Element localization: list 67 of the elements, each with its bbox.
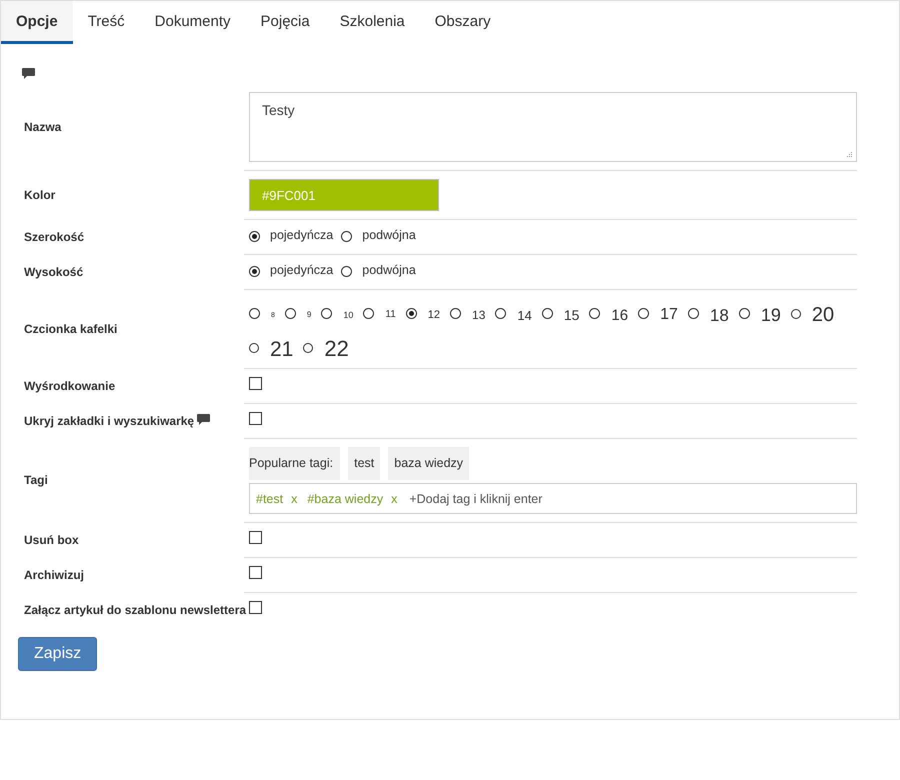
font-size-option: 22 [324, 335, 349, 360]
font-size-option: 14 [517, 306, 532, 322]
tab[interactable]: Opcje [1, 1, 73, 44]
radio-button[interactable] [341, 266, 352, 276]
option-label: podwójna [362, 263, 416, 279]
radio-button[interactable] [589, 308, 600, 319]
field-label: Wyśrodkowanie [24, 378, 116, 392]
radio-button[interactable] [638, 308, 650, 319]
tag-chip[interactable]: baza wiedzy [388, 447, 470, 480]
checkbox[interactable] [249, 412, 262, 425]
field-label: Kolor [24, 188, 56, 202]
radio-button[interactable] [450, 308, 462, 319]
option-label: podwójna [362, 228, 416, 244]
tab[interactable]: Szkolenia [324, 1, 420, 44]
save-button[interactable]: Zapisz [18, 637, 98, 671]
checkbox[interactable] [249, 566, 262, 579]
option-label: pojedyńcza [270, 263, 334, 279]
option-label: pojedyńcza [270, 228, 334, 244]
radio-button[interactable] [495, 308, 506, 319]
field-label: Usuń box [24, 532, 79, 546]
tab[interactable]: Dokumenty [140, 1, 246, 44]
tag: #baza wiedzy [307, 492, 384, 506]
radio-button[interactable] [363, 308, 374, 319]
font-size-option: 9 [306, 308, 312, 319]
tab[interactable]: Pojęcia [246, 1, 325, 44]
font-size-option: 15 [564, 305, 580, 322]
font-size-option: 11 [385, 307, 396, 320]
radio-button[interactable] [790, 308, 801, 318]
radio-button[interactable] [542, 308, 553, 319]
field-label: Załącz artykuł do szablonu newslettera [24, 602, 246, 616]
font-size-option: 12 [428, 306, 440, 320]
radio-button[interactable] [738, 308, 750, 319]
radio-button[interactable] [321, 308, 332, 319]
font-size-option: 20 [812, 302, 834, 325]
radio-button[interactable] [303, 342, 314, 352]
radio-button[interactable] [284, 308, 296, 319]
font-size-option: 17 [660, 304, 678, 323]
font-size-option: 21 [270, 336, 294, 360]
font-size-option: 16 [611, 304, 628, 322]
popular-tags-label: Popularne tagi: [249, 447, 340, 480]
field-label: Tagi [24, 473, 48, 487]
radio-button[interactable] [688, 308, 699, 319]
comment-icon [22, 68, 35, 80]
field-label: Archiwizuj [24, 568, 84, 582]
font-size-option: 10 [343, 308, 354, 320]
field-label: Szerokość [24, 230, 84, 244]
field-label: Ukryj zakładki i wyszukiwarkę [24, 414, 194, 428]
tag: #test [256, 492, 284, 506]
name-field[interactable]: Testy [249, 92, 857, 162]
checkbox[interactable] [249, 531, 262, 544]
radio-button[interactable] [249, 230, 260, 242]
font-size-option: 13 [472, 306, 486, 321]
radio-button[interactable] [249, 266, 260, 276]
font-size-option: 19 [760, 303, 781, 324]
field-label: Wysokość [24, 264, 84, 278]
radio-button[interactable] [249, 342, 259, 352]
radio-button[interactable] [406, 308, 417, 319]
radio-button[interactable] [249, 308, 260, 319]
tab[interactable]: Obszary [420, 1, 506, 44]
checkbox[interactable] [249, 377, 262, 390]
field-label: Czcionka kafelki [24, 322, 118, 336]
field-label: Nazwa [24, 120, 62, 134]
tab[interactable]: Treść [72, 1, 140, 44]
font-size-option: 18 [710, 304, 729, 324]
tag-chip[interactable]: test [348, 447, 380, 480]
radio-button[interactable] [341, 230, 352, 242]
checkbox[interactable] [249, 601, 262, 614]
